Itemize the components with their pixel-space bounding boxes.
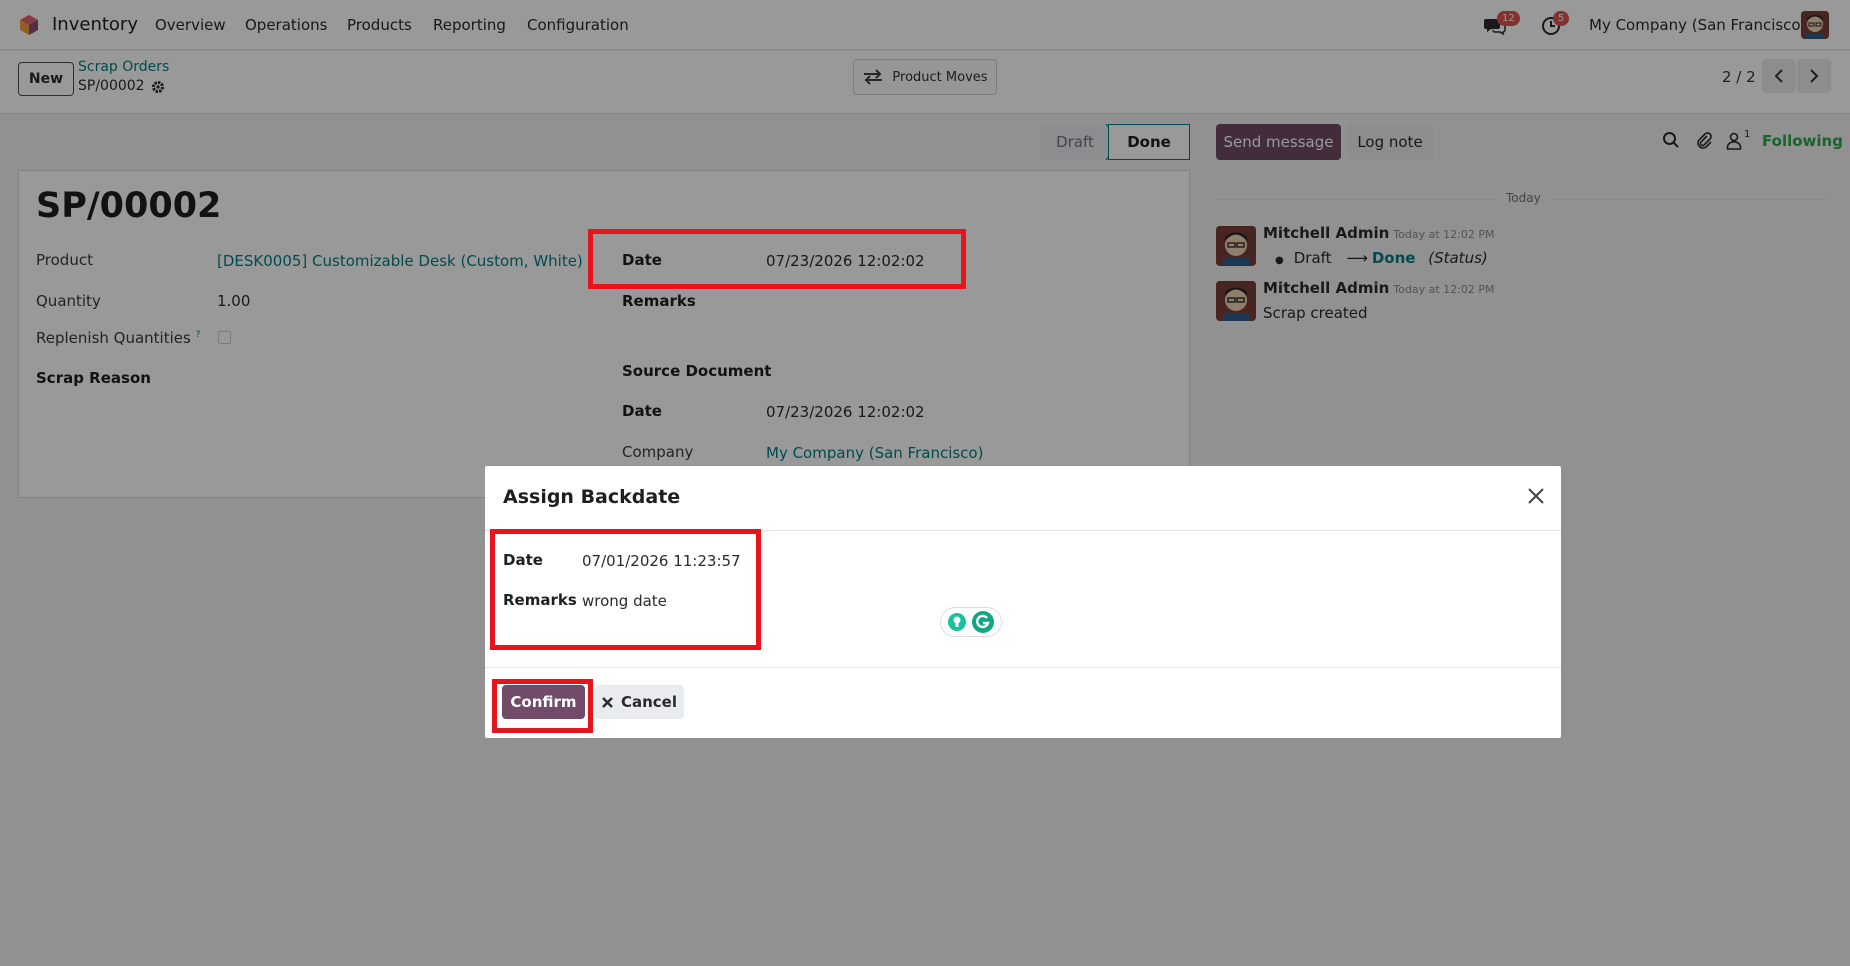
page: Inventory Overview Operations Products R… xyxy=(0,0,1850,966)
close-icon[interactable] xyxy=(1526,486,1546,506)
highlight-box xyxy=(490,529,761,650)
grammarly-icon xyxy=(972,611,994,633)
close-icon xyxy=(602,696,613,708)
dialog-footer-divider xyxy=(485,667,1561,668)
lightbulb-icon xyxy=(948,613,966,631)
grammarly-widget[interactable] xyxy=(940,607,1002,637)
cancel-label: Cancel xyxy=(620,693,677,711)
dialog-title: Assign Backdate xyxy=(503,486,681,508)
cancel-button[interactable]: Cancel xyxy=(595,685,684,719)
assign-backdate-dialog: Assign Backdate Date 07/01/2026 11:23:57… xyxy=(485,466,1561,738)
highlight-box xyxy=(588,229,966,289)
highlight-box xyxy=(492,679,593,733)
